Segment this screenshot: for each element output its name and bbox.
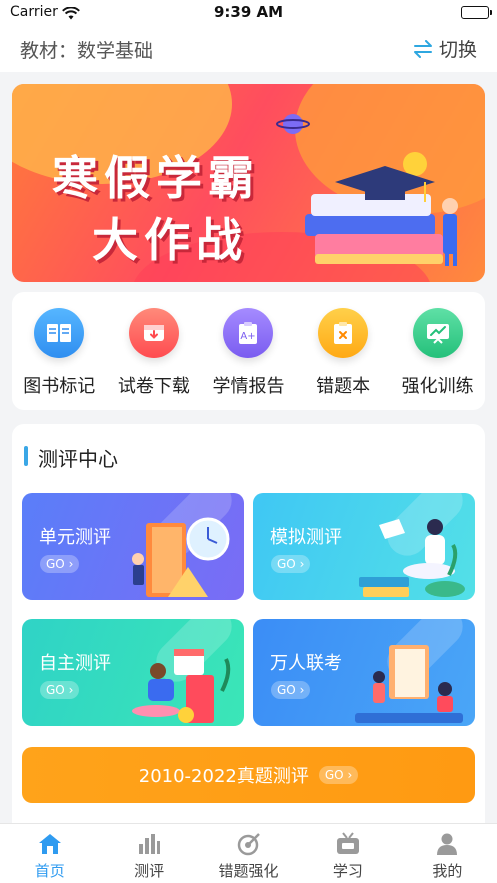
card-title: 万人联考 — [270, 653, 342, 674]
shortcut-wrong-notebook[interactable]: 错题本 — [298, 308, 388, 410]
reading-students-illustration — [355, 645, 463, 723]
tab-label: 学习 — [332, 862, 363, 880]
shortcut-paper-download[interactable]: 试卷下载 — [109, 308, 199, 410]
tab-study[interactable]: 学习 — [298, 824, 397, 883]
tv-icon — [336, 832, 359, 854]
header: 教材：数学基础 切换 — [0, 26, 497, 72]
target-icon — [237, 833, 260, 856]
section-title: 测评中心 — [24, 443, 118, 472]
go-badge: GO › — [271, 555, 311, 573]
tab-label: 测评 — [134, 862, 165, 880]
textbook-label: 教材：数学基础 — [20, 40, 154, 62]
card-title: 单元测评 — [39, 527, 111, 548]
card-title: 模拟测评 — [270, 527, 342, 548]
self-assessment-card[interactable]: 自主测评 GO › — [22, 619, 244, 726]
book-clock-illustration — [132, 517, 230, 597]
go-badge: GO › — [271, 681, 311, 699]
banner-subtitle: 大作战 — [92, 213, 248, 267]
tab-label: 首页 — [34, 862, 65, 880]
bar-chart-icon — [139, 834, 161, 854]
banner-title: 寒假学霸 — [52, 151, 260, 205]
real-exam-button[interactable]: 2010-2022真题测评 GO › — [22, 747, 475, 803]
switch-textbook-button[interactable]: 切换 — [413, 35, 477, 62]
home-icon — [38, 834, 61, 854]
shortcut-label: 图书标记 — [23, 376, 96, 397]
shortcut-label: 试卷下载 — [117, 376, 190, 397]
tab-label: 错题强化 — [218, 862, 279, 880]
book-icon — [34, 308, 85, 358]
shortcut-study-report[interactable]: A+ 学情报告 — [203, 308, 293, 410]
svg-text:A+: A+ — [241, 331, 256, 342]
calendar-student-illustration — [132, 649, 231, 723]
tab-wrong-questions[interactable]: 错题强化 — [199, 824, 298, 883]
swap-icon — [413, 39, 432, 58]
shortcut-training[interactable]: 强化训练 — [393, 308, 483, 410]
shortcut-book-marks[interactable]: 图书标记 — [14, 308, 104, 410]
status-bar: Carrier 9:39 AM — [0, 0, 497, 26]
graduation-books-illustration — [276, 114, 458, 266]
card-title: 自主测评 — [39, 653, 111, 674]
battery-icon — [461, 6, 492, 19]
user-icon — [437, 833, 458, 855]
training-chart-icon — [412, 308, 463, 358]
promo-banner[interactable]: 寒假学霸 大作战 — [12, 84, 485, 282]
assessment-center: 测评中心 单元测评 GO › 模拟测评 GO › 自主测评 GO › 万人联考 … — [12, 424, 485, 824]
shortcut-label: 错题本 — [316, 376, 371, 397]
unit-assessment-card[interactable]: 单元测评 GO › — [22, 493, 244, 600]
go-badge: GO › — [40, 555, 80, 573]
go-badge: GO › — [318, 766, 359, 784]
clock: 9:39 AM — [213, 3, 284, 21]
report-icon: A+ — [223, 308, 274, 358]
tab-mine[interactable]: 我的 — [398, 824, 497, 883]
wrong-notebook-icon — [318, 308, 369, 358]
joint-exam-card[interactable]: 万人联考 GO › — [253, 619, 475, 726]
shortcut-label: 学情报告 — [212, 376, 285, 397]
tab-assessment[interactable]: 测评 — [99, 824, 198, 883]
tab-home[interactable]: 首页 — [0, 824, 99, 883]
real-exam-label: 2010-2022真题测评 — [138, 766, 309, 787]
tab-label: 我的 — [432, 862, 463, 880]
switch-label: 切换 — [438, 39, 477, 61]
reading-girl-illustration — [359, 519, 465, 597]
mock-assessment-card[interactable]: 模拟测评 GO › — [253, 493, 475, 600]
download-icon — [128, 308, 179, 358]
shortcut-panel: 图书标记 试卷下载 A+ 学情报告 错题本 强化训练 — [12, 292, 485, 410]
shortcut-label: 强化训练 — [401, 376, 474, 397]
bottom-tab-bar: 首页 测评 错题强化 学习 我的 — [0, 823, 497, 883]
go-badge: GO › — [40, 681, 80, 699]
